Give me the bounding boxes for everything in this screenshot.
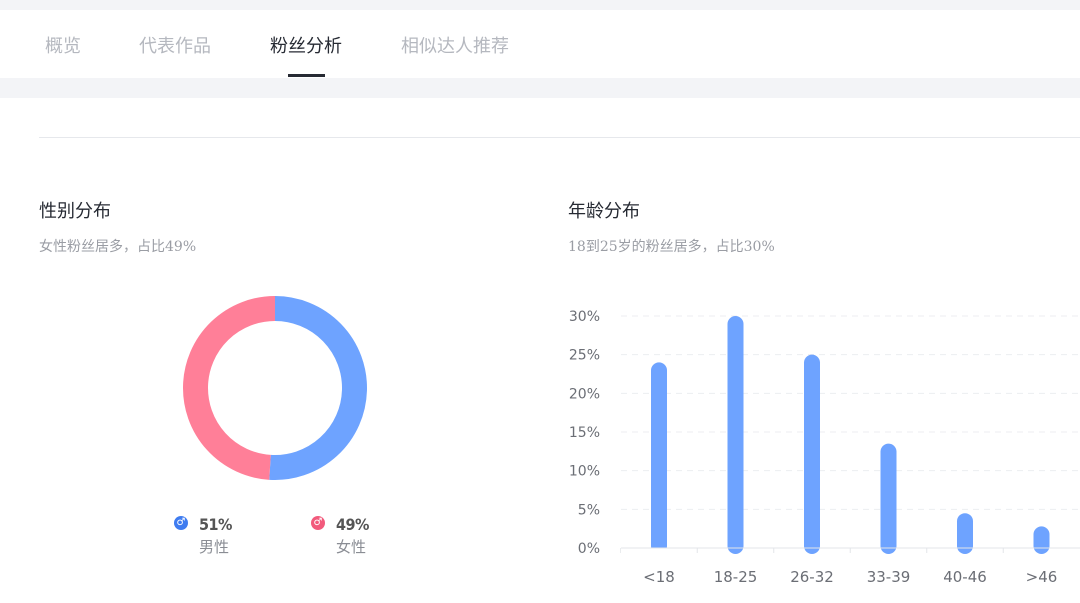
bar-18-25 <box>727 316 744 554</box>
x-tick-label: 40-46 <box>943 568 987 586</box>
y-tick-label: 10% <box>569 464 600 480</box>
tab-representative-works[interactable]: 代表作品 <box>139 32 211 58</box>
x-tick-label: 26-32 <box>790 568 834 586</box>
tab-similar-creators[interactable]: 相似达人推荐 <box>401 32 509 58</box>
x-tick-label: <18 <box>643 568 675 586</box>
x-tick-label: 18-25 <box>714 568 758 586</box>
male-icon: ♂ <box>174 516 188 530</box>
tab-fan-analysis[interactable]: 粉丝分析 <box>270 32 342 58</box>
female-slice <box>183 296 276 480</box>
top-strip <box>0 0 1080 10</box>
bar-26-32 <box>804 354 820 554</box>
active-tab-indicator <box>288 74 325 77</box>
female-value: 49% <box>336 515 369 534</box>
gender-donut-chart <box>183 296 367 480</box>
y-tick-label: 20% <box>569 386 600 402</box>
bar-<18 <box>651 362 667 554</box>
section-band <box>0 78 1080 98</box>
female-icon: ♂ <box>311 516 325 530</box>
gender-title: 性别分布 <box>39 201 111 222</box>
tab-overview[interactable]: 概览 <box>45 32 81 58</box>
y-tick-label: 15% <box>569 425 600 441</box>
x-tick-label: >46 <box>1026 568 1058 586</box>
divider <box>39 137 1080 138</box>
bar->46 <box>1033 526 1050 554</box>
tab-bar: 概览 代表作品 粉丝分析 相似达人推荐 <box>0 10 1080 78</box>
female-label: 女性 <box>336 538 367 556</box>
bar-33-39 <box>880 443 897 554</box>
age-title: 年龄分布 <box>568 201 640 222</box>
y-tick-label: 30% <box>569 309 600 325</box>
age-subtitle: 18到25岁的粉丝居多，占比30% <box>568 239 775 255</box>
male-label: 男性 <box>199 538 230 556</box>
y-tick-label: 0% <box>578 541 600 557</box>
x-tick-label: 33-39 <box>867 568 911 586</box>
y-tick-label: 25% <box>569 348 600 364</box>
male-value: 51% <box>199 515 232 534</box>
y-tick-label: 5% <box>578 502 600 518</box>
male-slice <box>269 296 367 480</box>
age-bar-chart: 0% 5% 10% 15% 20% 25% 30% <18 18-25 26-32 33-39 40-… <box>569 309 1080 586</box>
gender-subtitle: 女性粉丝居多，占比49% <box>39 239 197 255</box>
